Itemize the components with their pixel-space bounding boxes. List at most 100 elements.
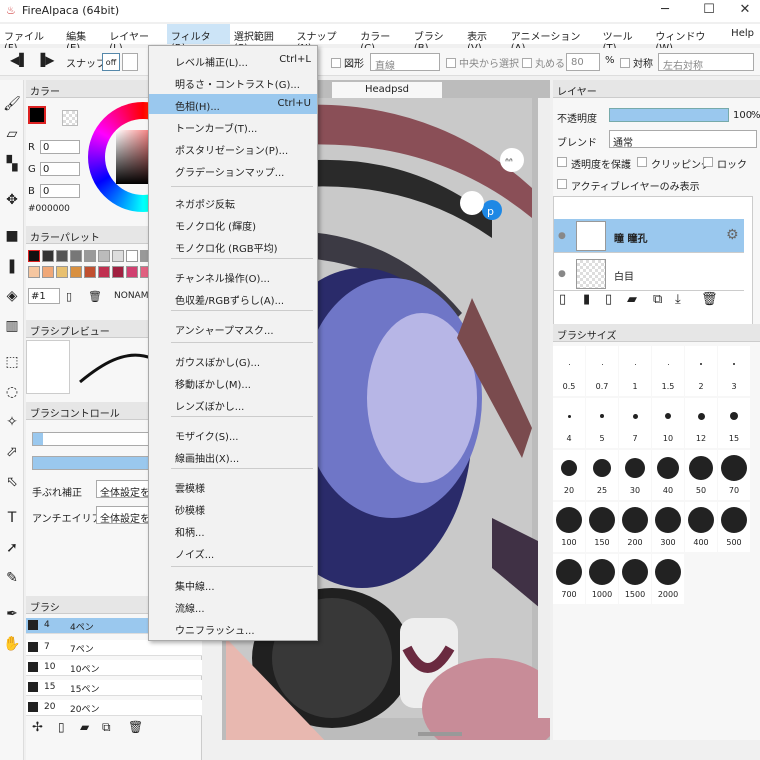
brush-size-cell[interactable]: 15 — [718, 398, 750, 448]
symmetry-checkbox[interactable] — [620, 58, 630, 68]
operation-tool-icon[interactable]: ➚ — [2, 538, 22, 558]
menu-help[interactable]: Help — [727, 24, 760, 44]
brush-size-cell[interactable]: 500 — [718, 502, 750, 552]
brush-size-cell[interactable]: 12 — [685, 398, 717, 448]
hand-tool-icon[interactable]: ✋ — [2, 634, 22, 654]
menu-select[interactable]: 選択範囲(S) — [230, 24, 293, 54]
center-select-checkbox[interactable] — [446, 58, 456, 68]
new-brush-icon[interactable]: ▯ — [58, 720, 65, 734]
g-input[interactable]: 0 — [40, 162, 80, 176]
filter-menu-item[interactable]: ノイズ... — [149, 542, 317, 562]
select-pen-tool-icon[interactable]: ⬀ — [2, 442, 22, 462]
merge-down-icon[interactable]: ⤓ — [675, 292, 681, 307]
filter-menu-item[interactable]: ネガポジ反転 — [149, 192, 317, 212]
filter-menu-item[interactable]: モノクロ化 (輝度) — [149, 214, 317, 234]
filter-menu-item[interactable]: ガウスぼかし(G)... — [149, 350, 317, 370]
menu-view[interactable]: 表示(V) — [463, 24, 507, 54]
brush-size-cell[interactable]: 400 — [685, 502, 717, 552]
filter-menu-item[interactable]: 明るさ・コントラスト(G)... — [149, 72, 317, 92]
menu-color[interactable]: カラー(C) — [356, 24, 410, 54]
layer-row[interactable]: ● 白目 — [554, 257, 744, 291]
brush-size-cell[interactable]: 1500 — [619, 554, 651, 604]
new-1bit-layer-icon[interactable]: ▯ — [605, 292, 612, 307]
filter-menu-item[interactable]: チャンネル操作(O)... — [149, 266, 317, 286]
folder-icon[interactable]: ▰ — [80, 720, 89, 734]
text-tool-icon[interactable]: T — [2, 508, 22, 528]
brush-size-cell[interactable]: 10 — [652, 398, 684, 448]
divide-tool-icon[interactable]: ✎ — [2, 568, 22, 588]
filter-menu-item[interactable]: レンズぼかし... — [149, 394, 317, 414]
filter-menu-item[interactable]: レベル補正(L)... Ctrl+L — [149, 50, 317, 70]
move-tool-icon[interactable]: ✥ — [2, 190, 22, 210]
brush-size-cell[interactable]: 700 — [553, 554, 585, 604]
eraser-tool-icon[interactable]: ▱ — [2, 124, 22, 144]
filter-menu-item[interactable]: 雲模様 — [149, 476, 317, 496]
protect-alpha-checkbox[interactable] — [557, 157, 567, 167]
filter-menu-item[interactable]: 色収差/RGBずらし(A)... — [149, 288, 317, 308]
delete-brush-icon[interactable]: 🗑 — [128, 720, 143, 734]
menu-tool[interactable]: ツール(T) — [599, 24, 652, 54]
filter-menu-item[interactable]: ポスタリゼーション(P)... — [149, 138, 317, 158]
select-eraser-tool-icon[interactable]: ⬁ — [2, 472, 22, 492]
filter-menu-item[interactable]: 色相(H)... Ctrl+U — [149, 94, 317, 114]
brush-size-cell[interactable]: 1.5 — [652, 346, 684, 396]
layer-row[interactable]: ● 瞳 瞳孔 ⚙ — [554, 219, 744, 253]
filter-menu-item[interactable]: 移動ぼかし(M)... — [149, 372, 317, 392]
filter-menu-item[interactable]: ウニフラッシュ... — [149, 618, 317, 638]
filter-menu-item[interactable]: 線画抽出(X)... — [149, 446, 317, 466]
canvas-horizontal-scrollbar[interactable] — [418, 732, 462, 736]
filter-menu-item[interactable]: 流線... — [149, 596, 317, 616]
palette-number-select[interactable]: #1 — [28, 288, 60, 304]
lasso-tool-icon[interactable]: ◌ — [2, 382, 22, 402]
fill-rect-tool-icon[interactable]: ■ — [2, 226, 22, 246]
layer-opacity-slider[interactable] — [609, 108, 729, 122]
menu-animation[interactable]: アニメーション(A) — [507, 24, 599, 54]
active-only-checkbox[interactable] — [557, 179, 567, 189]
select-rect-tool-icon[interactable]: ⬚ — [2, 352, 22, 372]
new-folder-icon[interactable]: ▰ — [627, 292, 637, 307]
brush-size-cell[interactable]: 1 — [619, 346, 651, 396]
delete-layer-icon[interactable]: 🗑 — [701, 292, 718, 307]
brush-size-cell[interactable]: 30 — [619, 450, 651, 500]
menu-window[interactable]: ウィンドウ(W) — [651, 24, 727, 54]
palette-delete-icon[interactable]: 🗑 — [88, 290, 102, 303]
brush-item[interactable]: 20 20ペン — [26, 700, 202, 716]
eyedropper-tool-icon[interactable]: ✒ — [2, 604, 22, 624]
gradient-tool-icon[interactable]: ▥ — [2, 316, 22, 336]
brush-size-cell[interactable]: 2000 — [652, 554, 684, 604]
filter-menu-item[interactable]: 集中線... — [149, 574, 317, 594]
close-button[interactable]: ✕ — [730, 2, 760, 17]
brush-size-cell[interactable]: 300 — [652, 502, 684, 552]
minimize-button[interactable]: ─ — [650, 2, 680, 17]
filter-menu-item[interactable]: 和柄... — [149, 520, 317, 540]
brush-size-cell[interactable]: 3 — [718, 346, 750, 396]
add-brush-icon[interactable]: ✢ — [32, 720, 43, 735]
redo-icon[interactable]: ▐▶ — [36, 53, 54, 67]
blend-select[interactable]: 通常 — [609, 130, 757, 149]
brush-size-cell[interactable]: 20 — [553, 450, 585, 500]
brush-size-cell[interactable]: 2 — [685, 346, 717, 396]
new-8bit-layer-icon[interactable]: ▮ — [583, 292, 590, 307]
brush-size-cell[interactable]: 200 — [619, 502, 651, 552]
bucket-tool-icon[interactable]: ◈ — [2, 286, 22, 306]
duplicate-icon[interactable]: ⧉ — [102, 720, 111, 735]
brush-tool-icon[interactable]: 🖌 — [2, 94, 22, 114]
menu-filter[interactable]: フィルタ(R) — [166, 24, 230, 54]
new-layer-icon[interactable]: ▯ — [559, 292, 566, 307]
brush-size-cell[interactable]: 1000 — [586, 554, 618, 604]
brush-size-cell[interactable]: 70 — [718, 450, 750, 500]
brush-item[interactable]: 7 7ペン — [26, 640, 202, 656]
shape-tool-icon[interactable]: ❚ — [2, 256, 22, 276]
brush-size-cell[interactable]: 0.7 — [586, 346, 618, 396]
filter-menu-item[interactable]: グラデーションマップ... — [149, 160, 317, 180]
menu-file[interactable]: ファイル(F) — [0, 24, 62, 54]
magic-wand-tool-icon[interactable]: ✧ — [2, 412, 22, 432]
snap-grid-icon[interactable] — [122, 53, 138, 71]
brush-item[interactable]: 15 15ペン — [26, 680, 202, 696]
primary-color-swatch[interactable] — [28, 106, 46, 124]
round-checkbox[interactable] — [522, 58, 532, 68]
filter-menu-item[interactable]: モノクロ化 (RGB平均) — [149, 236, 317, 256]
secondary-color-swatch[interactable] — [62, 110, 78, 126]
brush-size-cell[interactable]: 4 — [553, 398, 585, 448]
brush-size-cell[interactable]: 5 — [586, 398, 618, 448]
